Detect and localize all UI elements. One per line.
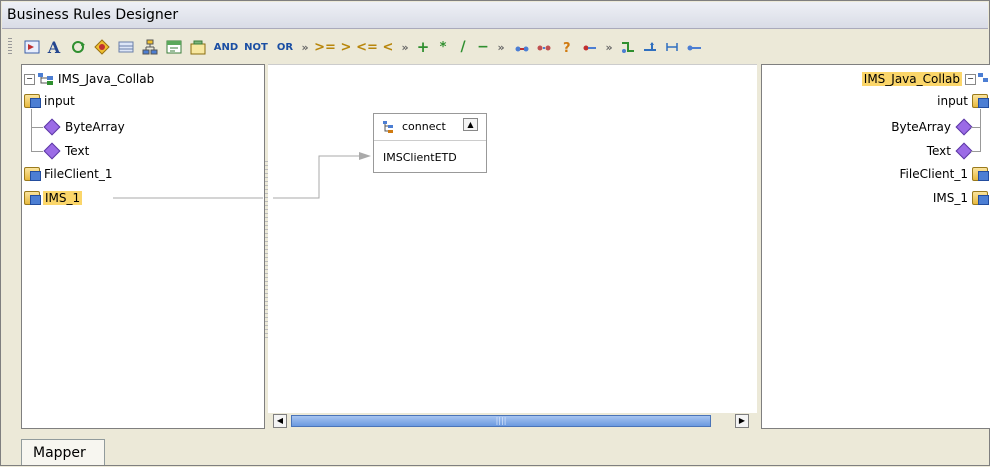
target-node-ims1[interactable]: IMS_1 xyxy=(932,188,989,208)
method-title: connect xyxy=(402,120,446,133)
method-param-label: IMSClientETD xyxy=(383,151,457,164)
tree-connector-line xyxy=(971,127,981,128)
map-connection-line xyxy=(273,155,361,199)
link-arrow-icon xyxy=(359,152,371,160)
node-label: Text xyxy=(926,144,951,158)
node-label: IMS_1 xyxy=(932,191,968,205)
node-label: ByteArray xyxy=(891,120,951,134)
folder-icon xyxy=(972,167,989,181)
target-node-fileclient[interactable]: FileClient_1 xyxy=(899,164,989,184)
tree-connector-line xyxy=(971,151,981,152)
folder-icon xyxy=(972,191,989,205)
tab-mapper[interactable]: Mapper xyxy=(21,439,105,465)
canvas-horizontal-scrollbar[interactable]: ◀ |||| ▶ xyxy=(273,414,749,428)
method-icon xyxy=(383,121,393,133)
collapse-method-button[interactable]: ▲ xyxy=(463,118,478,131)
target-root-label: IMS_Java_Collab xyxy=(861,72,962,86)
node-label: FileClient_1 xyxy=(899,167,968,181)
target-node-text[interactable]: Text xyxy=(926,141,973,161)
collapse-toggle-icon[interactable]: − xyxy=(965,73,976,85)
target-tree-root[interactable]: IMS_Java_Collab − xyxy=(861,69,988,89)
method-box-connect[interactable]: connect ▲ IMSClientETD xyxy=(373,113,487,173)
tree-connector-line xyxy=(980,109,981,151)
scroll-left-button[interactable]: ◀ xyxy=(273,414,287,428)
scroll-thumb[interactable]: |||| xyxy=(291,415,711,427)
tab-label: Mapper xyxy=(33,445,86,461)
folder-icon xyxy=(972,94,989,108)
field-diamond-icon xyxy=(955,118,973,136)
collab-tree-icon xyxy=(978,73,988,82)
scroll-right-button[interactable]: ▶ xyxy=(735,414,749,428)
target-node-bytearray[interactable]: ByteArray xyxy=(891,117,973,137)
target-tree-panel: IMS_Java_Collab − input ByteArray Text F… xyxy=(761,64,990,429)
business-rules-designer-window: Business Rules Designer A AND NOT OR » >… xyxy=(0,0,990,466)
field-diamond-icon xyxy=(955,142,973,160)
method-box-header: connect ▲ xyxy=(374,114,486,141)
node-label: input xyxy=(937,94,968,108)
target-node-input[interactable]: input xyxy=(937,91,989,111)
